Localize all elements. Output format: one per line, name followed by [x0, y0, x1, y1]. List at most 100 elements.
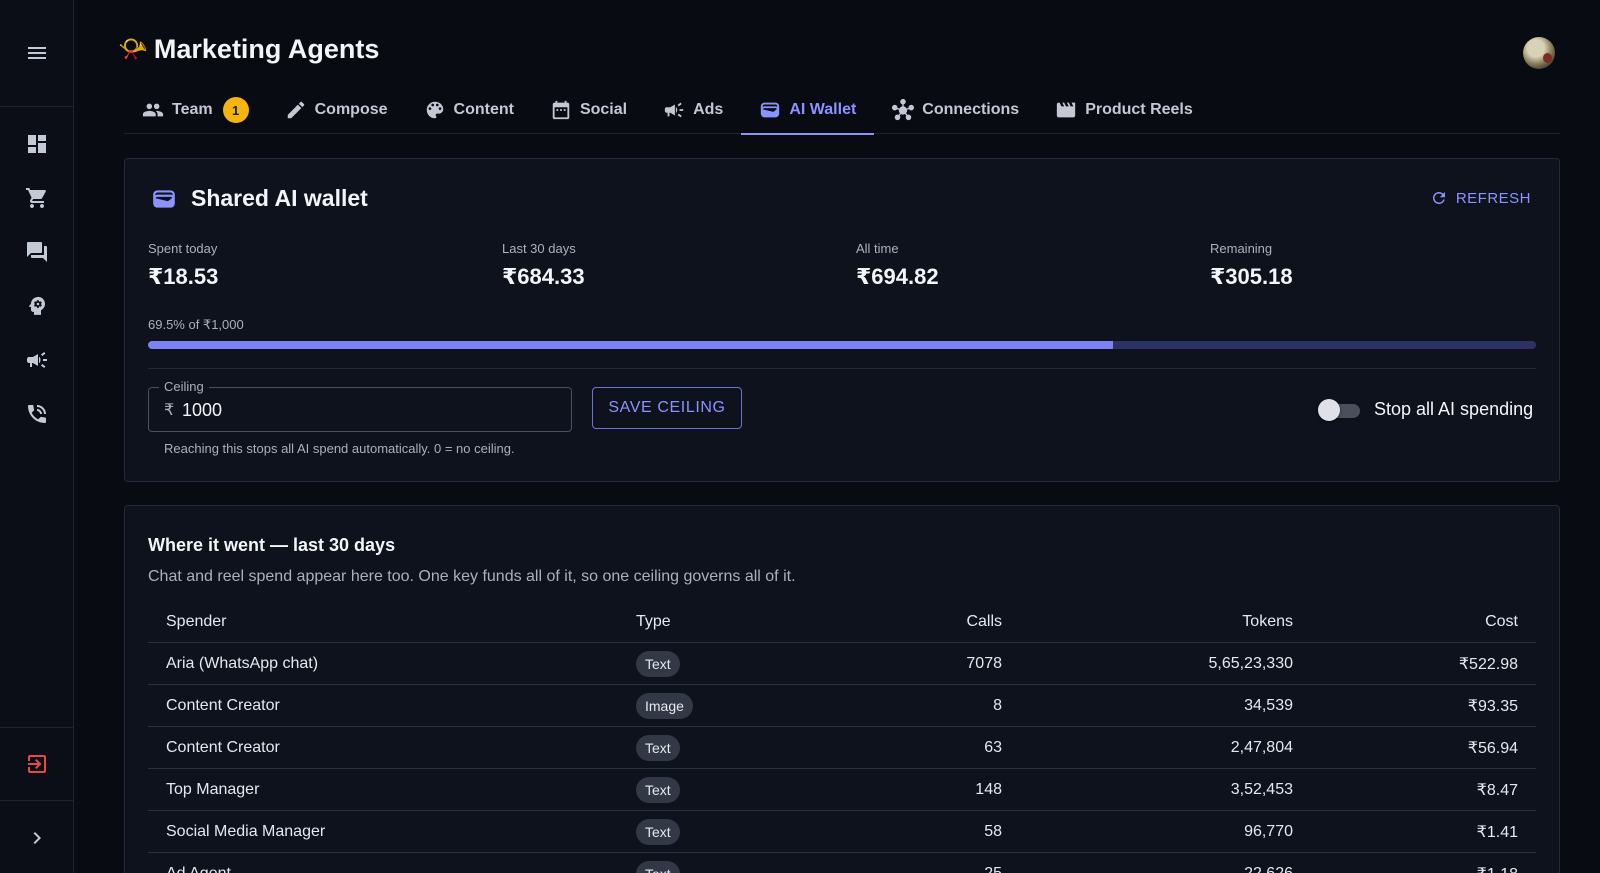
stat-all-time: All time ₹694.82 [856, 241, 939, 290]
stat-label: Last 30 days [502, 241, 576, 256]
type-chip: Text [636, 735, 680, 761]
cell-calls: 7078 [966, 655, 1002, 672]
cell-cost: ₹93.35 [1467, 698, 1518, 715]
spend-table: Spender Type Calls Tokens Cost Aria (Wha… [148, 601, 1536, 873]
postal-horn-icon: 📯 [118, 36, 148, 63]
chevron-right-icon[interactable] [0, 818, 74, 858]
cell-cost: ₹522.98 [1458, 656, 1518, 673]
column-header-spender[interactable]: Spender [166, 601, 227, 643]
ceiling-field: Ceiling ₹ [148, 379, 572, 432]
tab-bar: Team 1 Compose Content Social Ads AI Wal… [124, 86, 1560, 135]
type-chip: Text [636, 777, 680, 803]
megaphone-icon [664, 102, 684, 118]
tab-ads[interactable]: Ads [645, 86, 741, 134]
cell-cost: ₹1.41 [1476, 824, 1518, 841]
tab-content[interactable]: Content [406, 86, 532, 134]
cell-tokens: 3,52,453 [1230, 781, 1293, 798]
table-row: Aria (WhatsApp chat) Text 7078 5,65,23,3… [148, 643, 1536, 685]
tab-label: Ads [693, 101, 724, 118]
phone-icon[interactable] [0, 394, 74, 434]
stat-label: Remaining [1210, 241, 1273, 256]
sidebar [0, 0, 74, 873]
tab-label: Connections [922, 101, 1020, 118]
stat-label: All time [856, 241, 899, 256]
wallet-icon [153, 189, 175, 208]
toggle-thumb [1318, 399, 1340, 421]
refresh-button[interactable]: REFRESH [1430, 189, 1531, 207]
progress-label: 69.5% of ₹1,000 [148, 317, 244, 332]
tab-label: AI Wallet [789, 101, 857, 118]
refresh-icon [1432, 192, 1445, 204]
cell-type: Text [636, 811, 680, 853]
save-ceiling-button[interactable]: SAVE CEILING [592, 387, 742, 429]
tab-label: Product Reels [1085, 101, 1193, 118]
column-header-cost[interactable]: Cost [1485, 601, 1518, 643]
cell-calls: 58 [984, 823, 1002, 840]
calendar-icon [552, 100, 570, 120]
type-chip: Text [636, 861, 680, 873]
sidebar-divider [0, 727, 74, 728]
hub-icon [892, 99, 915, 121]
cell-tokens: 2,47,804 [1230, 739, 1293, 756]
cell-type: Text [636, 853, 680, 873]
wallet-card: Shared AI wallet REFRESH Spent today ₹18… [124, 158, 1560, 482]
cell-spender: Ad Agent [166, 853, 231, 873]
column-header-type[interactable]: Type [636, 601, 671, 643]
stat-value: ₹684.33 [502, 264, 585, 289]
cell-type: Text [636, 769, 680, 811]
rupee-prefix: ₹ [164, 402, 175, 419]
column-header-calls[interactable]: Calls [966, 601, 1002, 643]
cell-type: Image [636, 685, 693, 727]
stat-remaining: Remaining ₹305.18 [1210, 241, 1293, 290]
team-count-badge: 1 [222, 97, 249, 123]
cell-spender: Content Creator [166, 697, 280, 714]
cell-cost: ₹8.47 [1476, 782, 1518, 799]
table-row: Content Creator Text 63 2,47,804 ₹56.94 [148, 727, 1536, 769]
cell-spender: Social Media Manager [166, 823, 326, 840]
cart-icon[interactable] [0, 178, 74, 218]
ceiling-input[interactable] [182, 396, 562, 424]
stat-last-30-days: Last 30 days ₹684.33 [502, 241, 585, 290]
spend-title: Where it went — last 30 days [148, 535, 396, 555]
tab-connections[interactable]: Connections [874, 86, 1037, 134]
megaphone-icon[interactable] [0, 340, 74, 380]
stat-value: ₹305.18 [1210, 264, 1293, 289]
stop-spending-toggle[interactable] [1318, 399, 1364, 421]
stat-label: Spent today [148, 241, 218, 256]
tab-label: Compose [314, 101, 388, 118]
stat-value: ₹18.53 [148, 264, 219, 289]
tab-label: Social [579, 101, 628, 118]
clapper-icon [1057, 102, 1076, 118]
spend-subtitle: Chat and reel spend appear here too. One… [148, 568, 796, 585]
column-header-tokens[interactable]: Tokens [1242, 601, 1293, 643]
cell-calls: 148 [975, 781, 1002, 798]
tab-compose[interactable]: Compose [267, 86, 406, 134]
cell-type: Text [636, 727, 680, 769]
sidebar-top [0, 0, 73, 107]
wallet-title: Shared AI wallet [191, 185, 368, 211]
tab-label: Team [172, 101, 213, 118]
cell-calls: 63 [984, 739, 1002, 756]
avatar[interactable] [1523, 37, 1555, 69]
wallet-header: Shared AI wallet [151, 185, 368, 212]
logout-icon[interactable] [0, 744, 74, 784]
brain-icon[interactable] [0, 286, 74, 326]
tab-product-reels[interactable]: Product Reels [1037, 86, 1211, 134]
chat-icon[interactable] [0, 232, 74, 272]
tab-label: Content [453, 101, 514, 118]
tab-ai-wallet[interactable]: AI Wallet [741, 86, 875, 135]
page-title-text: Marketing Agents [153, 34, 380, 64]
stat-spent-today: Spent today ₹18.53 [148, 241, 218, 290]
spend-progress-bar [148, 341, 1536, 349]
tab-team[interactable]: Team 1 [124, 86, 267, 134]
cell-spender: Top Manager [166, 781, 260, 798]
tab-social[interactable]: Social [532, 86, 645, 134]
divider [148, 368, 1536, 369]
table-row: Ad Agent Text 25 22,626 ₹1.18 [148, 853, 1536, 873]
stop-spending-label: Stop all AI spending [1374, 399, 1534, 419]
dashboard-icon[interactable] [0, 124, 74, 164]
ceiling-help-text: Reaching this stops all AI spend automat… [164, 441, 515, 456]
type-chip: Text [636, 819, 680, 845]
spend-progress-fill [148, 341, 1113, 349]
menu-icon[interactable] [0, 33, 73, 73]
